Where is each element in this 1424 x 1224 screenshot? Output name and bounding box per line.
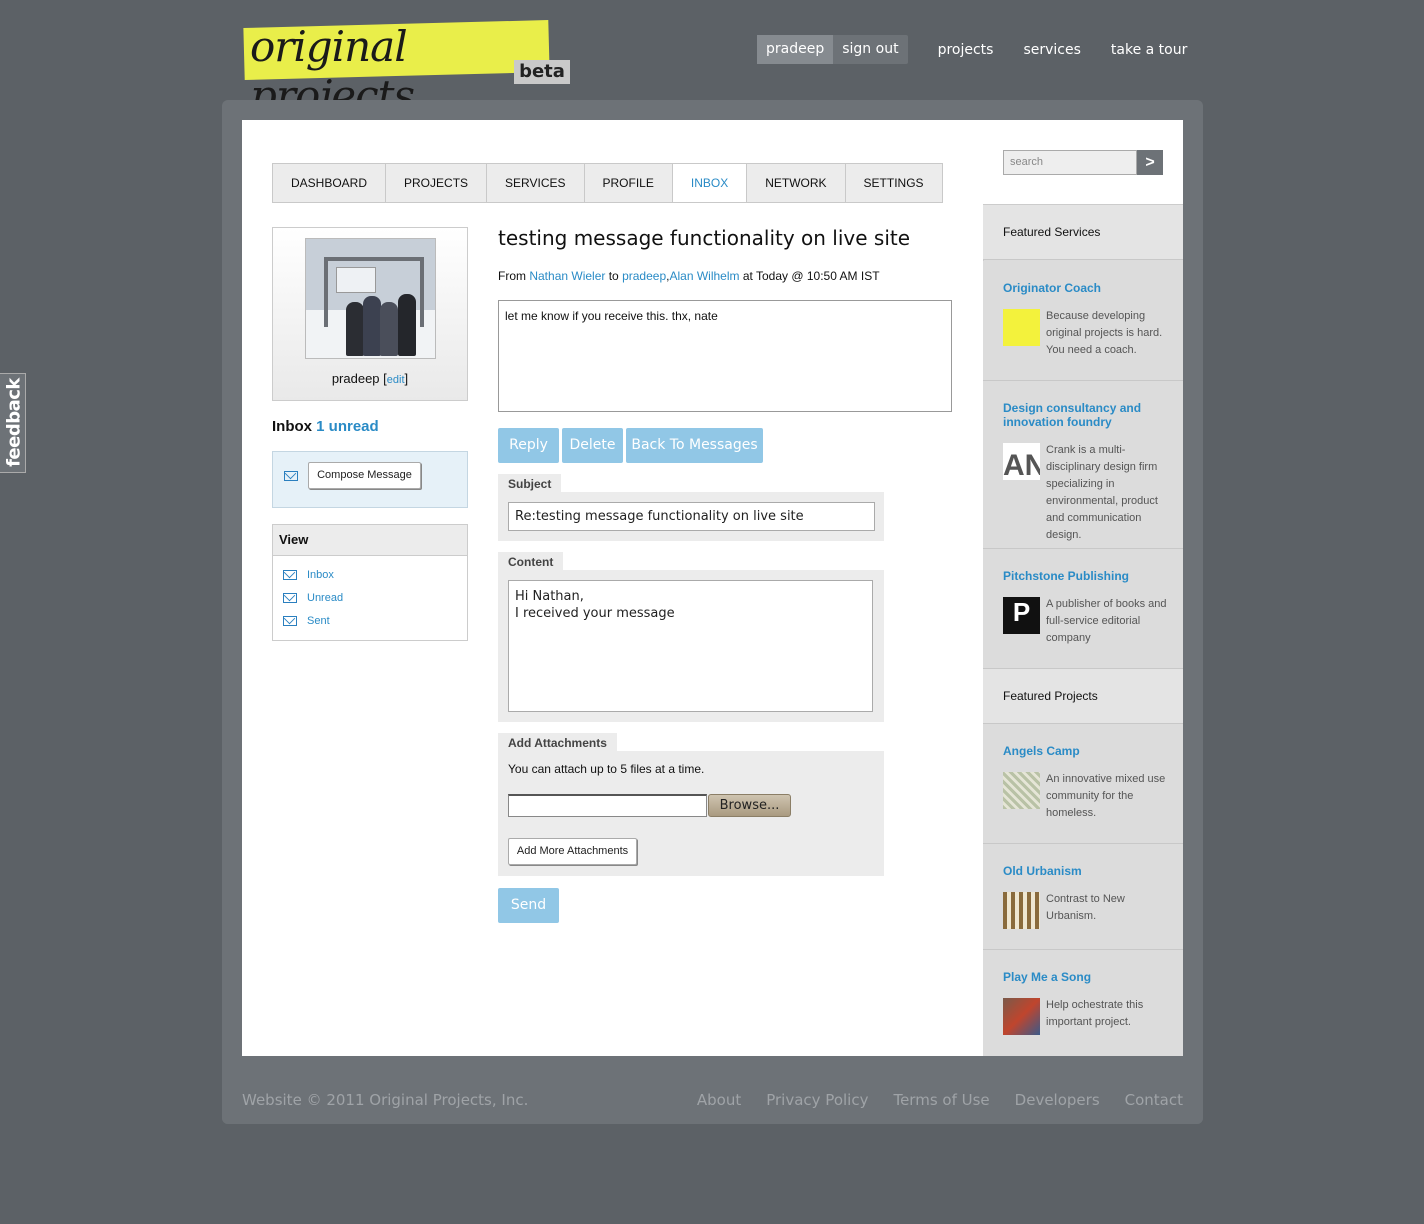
message-body: let me know if you receive this. thx, na… bbox=[498, 300, 952, 412]
service-thumbnail[interactable] bbox=[1003, 309, 1040, 346]
featured-services-heading: Featured Services bbox=[983, 205, 1183, 260]
envelope-icon bbox=[284, 471, 298, 481]
user-menu: pradeep sign out bbox=[757, 35, 908, 64]
profile-edit-link[interactable]: edit bbox=[387, 374, 405, 386]
search-input[interactable]: search bbox=[1003, 150, 1137, 175]
unread-count-link[interactable]: 1 unread bbox=[316, 418, 379, 435]
footer-link-privacy[interactable]: Privacy Policy bbox=[766, 1091, 868, 1109]
footer-link-contact[interactable]: Contact bbox=[1125, 1091, 1183, 1109]
project-item[interactable]: Play Me a Song Help ochestrate this impo… bbox=[983, 950, 1183, 1056]
view-panel: View Inbox Unread Sent bbox=[272, 524, 468, 641]
browse-button[interactable]: Browse... bbox=[708, 794, 791, 817]
profile-photo[interactable] bbox=[305, 238, 436, 359]
tab-network[interactable]: NETWORK bbox=[747, 164, 846, 202]
footer-link-developers[interactable]: Developers bbox=[1015, 1091, 1100, 1109]
footer: Website © 2011 Original Projects, Inc. A… bbox=[222, 1076, 1203, 1124]
message-meta: From Nathan Wieler to pradeep,Alan Wilhe… bbox=[498, 269, 880, 283]
view-item-inbox[interactable]: Inbox bbox=[283, 569, 334, 581]
envelope-icon bbox=[283, 570, 297, 581]
nav-services[interactable]: services bbox=[1023, 42, 1080, 58]
tab-projects[interactable]: PROJECTS bbox=[386, 164, 488, 202]
signout-link[interactable]: sign out bbox=[833, 35, 907, 64]
project-description: An innovative mixed use community for th… bbox=[1046, 773, 1166, 819]
tab-inbox[interactable]: INBOX bbox=[672, 164, 748, 202]
project-thumbnail[interactable] bbox=[1003, 998, 1040, 1035]
subject-input[interactable]: Re:testing message functionality on live… bbox=[508, 502, 875, 531]
service-title[interactable]: Originator Coach bbox=[1003, 281, 1173, 295]
footer-link-about[interactable]: About bbox=[697, 1091, 741, 1109]
beta-tag: beta bbox=[514, 60, 570, 84]
service-title[interactable]: Design consultancy and innovation foundr… bbox=[1003, 401, 1173, 429]
chevron-right-icon: > bbox=[1145, 154, 1155, 171]
service-item[interactable]: Design consultancy and innovation foundr… bbox=[983, 381, 1183, 549]
project-title[interactable]: Angels Camp bbox=[1003, 744, 1173, 758]
project-title[interactable]: Old Urbanism bbox=[1003, 864, 1173, 878]
compose-box: Compose Message bbox=[272, 451, 468, 508]
project-thumbnail[interactable] bbox=[1003, 892, 1040, 929]
subject-label: Subject bbox=[498, 474, 562, 493]
message-time: at Today @ 10:50 AM IST bbox=[742, 269, 880, 283]
footer-copyright: Website © 2011 Original Projects, Inc. bbox=[242, 1091, 529, 1109]
project-thumbnail[interactable] bbox=[1003, 772, 1040, 809]
project-description: Contrast to New Urbanism. bbox=[1046, 893, 1125, 922]
view-item-unread[interactable]: Unread bbox=[283, 592, 343, 604]
tab-dashboard[interactable]: DASHBOARD bbox=[273, 164, 387, 202]
view-item-sent[interactable]: Sent bbox=[283, 615, 330, 627]
recipient-link[interactable]: Alan Wilhelm bbox=[669, 269, 739, 283]
attachments-label: Add Attachments bbox=[498, 733, 617, 752]
service-item[interactable]: Originator Coach Because developing orig… bbox=[983, 261, 1183, 381]
footer-links: About Privacy Policy Terms of Use Develo… bbox=[672, 1091, 1183, 1109]
inbox-heading: Inbox 1 unread bbox=[272, 418, 379, 435]
add-more-attachments-button[interactable]: Add More Attachments bbox=[508, 838, 637, 865]
file-input[interactable] bbox=[508, 794, 707, 817]
service-thumbnail[interactable]: P bbox=[1003, 597, 1040, 634]
nav-take-a-tour[interactable]: take a tour bbox=[1111, 42, 1187, 58]
service-item[interactable]: Pitchstone Publishing P A publisher of b… bbox=[983, 549, 1183, 669]
profile-name-row: pradeep [edit] bbox=[331, 371, 409, 386]
profile-card: pradeep [edit] bbox=[272, 227, 468, 401]
project-title[interactable]: Play Me a Song bbox=[1003, 970, 1173, 984]
featured-projects-heading: Featured Projects bbox=[983, 669, 1183, 724]
project-item[interactable]: Angels Camp An innovative mixed use comm… bbox=[983, 724, 1183, 844]
reply-button[interactable]: Reply bbox=[498, 428, 559, 463]
envelope-icon bbox=[283, 593, 297, 604]
delete-button[interactable]: Delete bbox=[562, 428, 623, 463]
content-textarea[interactable]: Hi Nathan, I received your message bbox=[508, 580, 873, 712]
service-title[interactable]: Pitchstone Publishing bbox=[1003, 569, 1173, 583]
service-thumbnail[interactable]: AN bbox=[1003, 443, 1040, 480]
compose-message-button[interactable]: Compose Message bbox=[308, 462, 421, 489]
project-description: Help ochestrate this important project. bbox=[1046, 999, 1144, 1028]
footer-link-terms[interactable]: Terms of Use bbox=[893, 1091, 989, 1109]
feedback-tab[interactable]: feedback bbox=[0, 373, 26, 473]
inbox-label: Inbox bbox=[272, 418, 312, 435]
tab-bar: DASHBOARD PROJECTS SERVICES PROFILE INBO… bbox=[272, 163, 943, 203]
send-button[interactable]: Send bbox=[498, 888, 559, 923]
tab-settings[interactable]: SETTINGS bbox=[845, 164, 942, 202]
attachment-note: You can attach up to 5 files at a time. bbox=[508, 762, 705, 776]
service-description: Because developing original projects is … bbox=[1046, 310, 1163, 356]
service-description: Crank is a multi-disciplinary design fir… bbox=[1046, 444, 1158, 541]
back-to-messages-button[interactable]: Back To Messages bbox=[626, 428, 763, 463]
project-item[interactable]: Old Urbanism Contrast to New Urbanism. bbox=[983, 844, 1183, 950]
sender-link[interactable]: Nathan Wieler bbox=[529, 269, 605, 283]
message-title: testing message functionality on live si… bbox=[498, 226, 911, 250]
envelope-icon bbox=[283, 616, 297, 627]
recipient-link[interactable]: pradeep bbox=[622, 269, 666, 283]
top-nav: pradeep sign out projects services take … bbox=[757, 35, 1187, 64]
tab-profile[interactable]: PROFILE bbox=[584, 164, 673, 202]
search-submit-button[interactable]: > bbox=[1137, 150, 1163, 175]
service-description: A publisher of books and full-service ed… bbox=[1046, 598, 1167, 644]
view-panel-title: View bbox=[273, 525, 467, 556]
feedback-label: feedback bbox=[3, 378, 25, 467]
tab-services[interactable]: SERVICES bbox=[487, 164, 585, 202]
user-link[interactable]: pradeep bbox=[757, 35, 834, 64]
content-label: Content bbox=[498, 552, 564, 571]
profile-name: pradeep bbox=[331, 371, 380, 386]
nav-projects[interactable]: projects bbox=[938, 42, 994, 58]
